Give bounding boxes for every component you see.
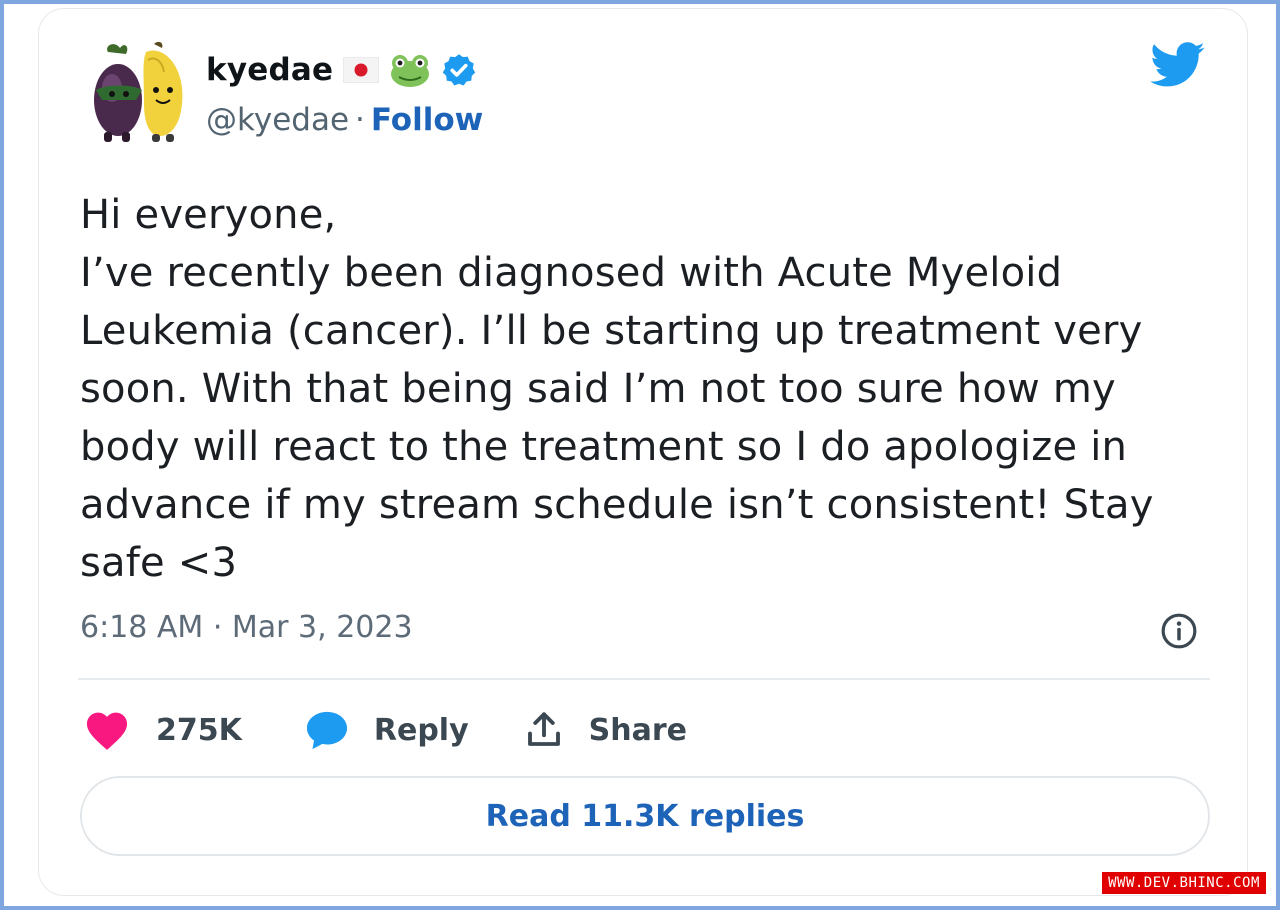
tweet-timestamp[interactable]: 6:18 AM · Mar 3, 2023 [80, 610, 413, 645]
share-icon [527, 712, 560, 746]
tweet-line: Leukemia (cancer). I’ll be starting up t… [80, 308, 1143, 354]
japan-flag-icon [343, 57, 380, 83]
twitter-bird-icon[interactable] [1150, 42, 1206, 88]
tweet-line: I’ve recently been diagnosed with Acute … [80, 250, 1063, 296]
tweet-line: safe <3 [80, 540, 238, 586]
author-handle[interactable]: @kyedae [206, 102, 349, 138]
watermark-label: WWW.DEV.BHINC.COM [1102, 872, 1266, 894]
heart-icon [86, 712, 128, 750]
like-button[interactable]: 275K [84, 709, 242, 751]
verified-badge-icon[interactable] [441, 52, 477, 88]
author-display-name[interactable]: kyedae [206, 52, 333, 88]
author-name-row: kyedae [206, 48, 477, 92]
tweet-actions: 275K Reply Share [84, 704, 687, 756]
tweet-line: advance if my stream schedule isn’t cons… [80, 482, 1154, 528]
frog-icon [391, 55, 430, 87]
follow-button[interactable]: Follow [371, 102, 483, 138]
read-replies-button[interactable]: Read 11.3K replies [80, 776, 1210, 856]
tweet-line: Hi everyone, [80, 192, 337, 238]
author-handle-row: @kyedae · Follow [206, 100, 483, 140]
handle-separator: · [355, 102, 365, 138]
reply-bubble-icon [306, 711, 347, 750]
like-count: 275K [156, 712, 242, 748]
tweet-line: body will react to the treatment so I do… [80, 424, 1128, 470]
share-button[interactable]: Share [523, 709, 687, 751]
share-label: Share [588, 712, 687, 748]
info-icon[interactable] [1160, 612, 1198, 650]
avatar[interactable] [86, 38, 190, 144]
tweet-line: soon. With that being said I’m not too s… [80, 366, 1116, 412]
divider [78, 678, 1210, 680]
banana-character [143, 41, 183, 142]
reply-button[interactable]: Reply [304, 709, 469, 751]
tweet-body: Hi everyone, I’ve recently been diagnose… [80, 186, 1220, 592]
reply-label: Reply [373, 712, 469, 748]
eggplant-character [94, 44, 142, 142]
